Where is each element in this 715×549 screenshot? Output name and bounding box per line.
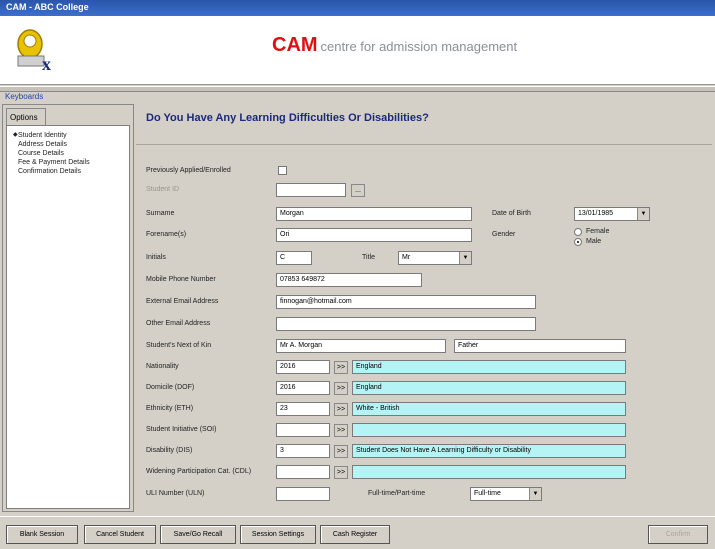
fulltime-label: Full-time/Part-time: [368, 490, 426, 497]
title-value: Mr: [402, 254, 411, 261]
sidebar-item-fee-payment[interactable]: Fee & Payment Details: [10, 158, 126, 167]
disability-label: Disability (DIS): [146, 447, 193, 454]
domicile-lookup-button[interactable]: >>: [334, 382, 348, 395]
next-of-kin-label: Student's Next of Kin: [146, 342, 212, 349]
dob-picker[interactable]: 13/01/1985 ▼: [574, 207, 650, 221]
surname-label: Surname: [146, 210, 175, 217]
fulltime-dropdown-icon: ▼: [529, 488, 541, 500]
title-divider: [136, 144, 712, 145]
sidebar-item-course-details[interactable]: Course Details: [10, 149, 126, 158]
forenames-label: Forename(s): [146, 231, 187, 238]
previously-applied-checkbox[interactable]: [278, 166, 287, 175]
main-form: Do You Have Any Learning Difficulties Or…: [136, 104, 712, 512]
previously-applied-label: Previously Applied/Enrolled: [146, 167, 231, 174]
nationality-lookup-button[interactable]: >>: [334, 361, 348, 374]
sidebar-heading: Keyboards: [5, 92, 44, 101]
svg-text:x: x: [42, 54, 51, 74]
other-email-label: Other Email Address: [146, 320, 211, 327]
initials-input[interactable]: C: [276, 251, 312, 265]
cash-register-button[interactable]: Cash Register: [320, 525, 390, 544]
app-brand: CAM centre for admission management: [272, 34, 517, 57]
forenames-input[interactable]: Ori: [276, 228, 472, 242]
title-dropdown-icon: ▼: [459, 252, 471, 264]
initials-label: Initials: [146, 254, 166, 261]
uln-label: ULI Number (ULN): [146, 490, 205, 497]
blank-session-button[interactable]: Blank Session: [6, 525, 78, 544]
title-select[interactable]: Mr ▼: [398, 251, 472, 265]
student-initiative-code-input[interactable]: [276, 423, 330, 437]
student-id-lookup-button[interactable]: ...: [351, 184, 365, 197]
sidebar-item-confirmation[interactable]: Confirmation Details: [10, 167, 126, 176]
dob-label: Date of Birth: [492, 210, 531, 217]
disability-code-input[interactable]: 3: [276, 444, 330, 458]
ethnicity-label: Ethnicity (ETH): [146, 405, 194, 412]
nationality-code-input[interactable]: 2016: [276, 360, 330, 374]
domicile-label: Domicile (DOF): [146, 384, 195, 391]
brand-bold: CAM: [272, 34, 318, 56]
cancel-student-button[interactable]: Cancel Student: [84, 525, 156, 544]
student-id-input[interactable]: [276, 183, 346, 197]
ethnicity-lookup-button[interactable]: >>: [334, 403, 348, 416]
email-input[interactable]: finnogan@hotmail.com: [276, 295, 536, 309]
next-of-kin-relation-input[interactable]: Father: [454, 339, 626, 353]
student-initiative-label: Student Initiative (SOI): [146, 426, 217, 433]
disability-desc-field: Student Does Not Have A Learning Difficu…: [352, 444, 626, 458]
sidebar-panel: Options Student Identity Address Details…: [2, 104, 134, 512]
mobile-label: Mobile Phone Number: [146, 276, 216, 283]
domicile-desc-field: England: [352, 381, 626, 395]
gender-female-radio[interactable]: [574, 228, 582, 236]
fulltime-value: Full-time: [474, 490, 501, 497]
widening-lookup-button[interactable]: >>: [334, 466, 348, 479]
session-settings-button[interactable]: Session Settings: [240, 525, 316, 544]
gender-male-radio[interactable]: [574, 238, 582, 246]
gender-label: Gender: [492, 231, 516, 238]
mobile-input[interactable]: 07853 649872: [276, 273, 422, 287]
sidebar-item-student-identity[interactable]: Student Identity: [10, 131, 126, 140]
save-recall-button[interactable]: Save/Go Recall: [160, 525, 236, 544]
bottom-toolbar: Blank Session Cancel Student Save/Go Rec…: [0, 516, 715, 549]
disability-lookup-button[interactable]: >>: [334, 445, 348, 458]
window-title: CAM - ABC College: [0, 0, 715, 16]
widening-label: Widening Participation Cat. (CDL): [146, 468, 252, 475]
student-initiative-lookup-button[interactable]: >>: [334, 424, 348, 437]
tab-options[interactable]: Options: [6, 108, 46, 125]
page-title: Do You Have Any Learning Difficulties Or…: [146, 112, 429, 124]
app-header: x CAM centre for admission management: [0, 16, 715, 85]
sidebar-nav-list: Student Identity Address Details Course …: [6, 125, 130, 509]
confirm-button[interactable]: Confirm: [648, 525, 708, 544]
student-initiative-desc-field: [352, 423, 626, 437]
uln-input[interactable]: [276, 487, 330, 501]
brand-tagline: centre for admission management: [320, 39, 518, 54]
app-logo-icon: x: [17, 29, 51, 74]
ethnicity-code-input[interactable]: 23: [276, 402, 330, 416]
next-of-kin-name-input[interactable]: Mr A. Morgan: [276, 339, 446, 353]
email-label: External Email Address: [146, 298, 219, 305]
widening-code-input[interactable]: [276, 465, 330, 479]
nationality-desc-field: England: [352, 360, 626, 374]
dob-dropdown-icon: ▼: [637, 208, 649, 220]
student-id-label: Student ID: [146, 186, 180, 193]
ethnicity-desc-field: White - British: [352, 402, 626, 416]
gender-female-label: Female: [586, 228, 610, 235]
widening-desc-field: [352, 465, 626, 479]
fulltime-select[interactable]: Full-time ▼: [470, 487, 542, 501]
domicile-code-input[interactable]: 2016: [276, 381, 330, 395]
surname-input[interactable]: Morgan: [276, 207, 472, 221]
sidebar-item-address-details[interactable]: Address Details: [10, 140, 126, 149]
other-email-input[interactable]: [276, 317, 536, 331]
nationality-label: Nationality: [146, 363, 179, 370]
dob-value: 13/01/1985: [578, 210, 614, 217]
title-label: Title: [362, 254, 375, 261]
gender-male-label: Male: [586, 238, 602, 245]
